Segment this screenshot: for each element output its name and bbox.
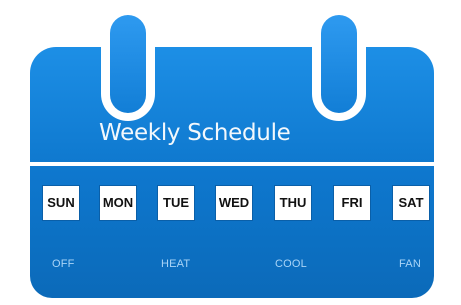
day-button-mon[interactable]: MON [99,185,137,221]
schedule-title: Weekly Schedule [99,120,291,146]
mode-label-cool: COOL [275,258,307,270]
weekly-schedule-widget: Weekly Schedule SUN MON TUE WED THU FRI … [0,0,461,305]
day-button-wed[interactable]: WED [215,185,253,221]
day-selector: SUN MON TUE WED THU FRI SAT [42,185,430,223]
mode-label-fan: FAN [399,258,421,270]
day-button-sat[interactable]: SAT [392,185,430,221]
day-button-sun[interactable]: SUN [42,185,80,221]
binder-ring-icon [101,9,155,121]
mode-label-heat: HEAT [161,258,191,270]
day-button-fri[interactable]: FRI [333,185,371,221]
day-button-thu[interactable]: THU [274,185,312,221]
day-button-tue[interactable]: TUE [157,185,195,221]
mode-label-off: OFF [52,258,75,270]
binder-ring-inner [110,15,146,113]
binder-ring-inner [321,15,357,113]
binder-ring-icon [312,9,366,121]
